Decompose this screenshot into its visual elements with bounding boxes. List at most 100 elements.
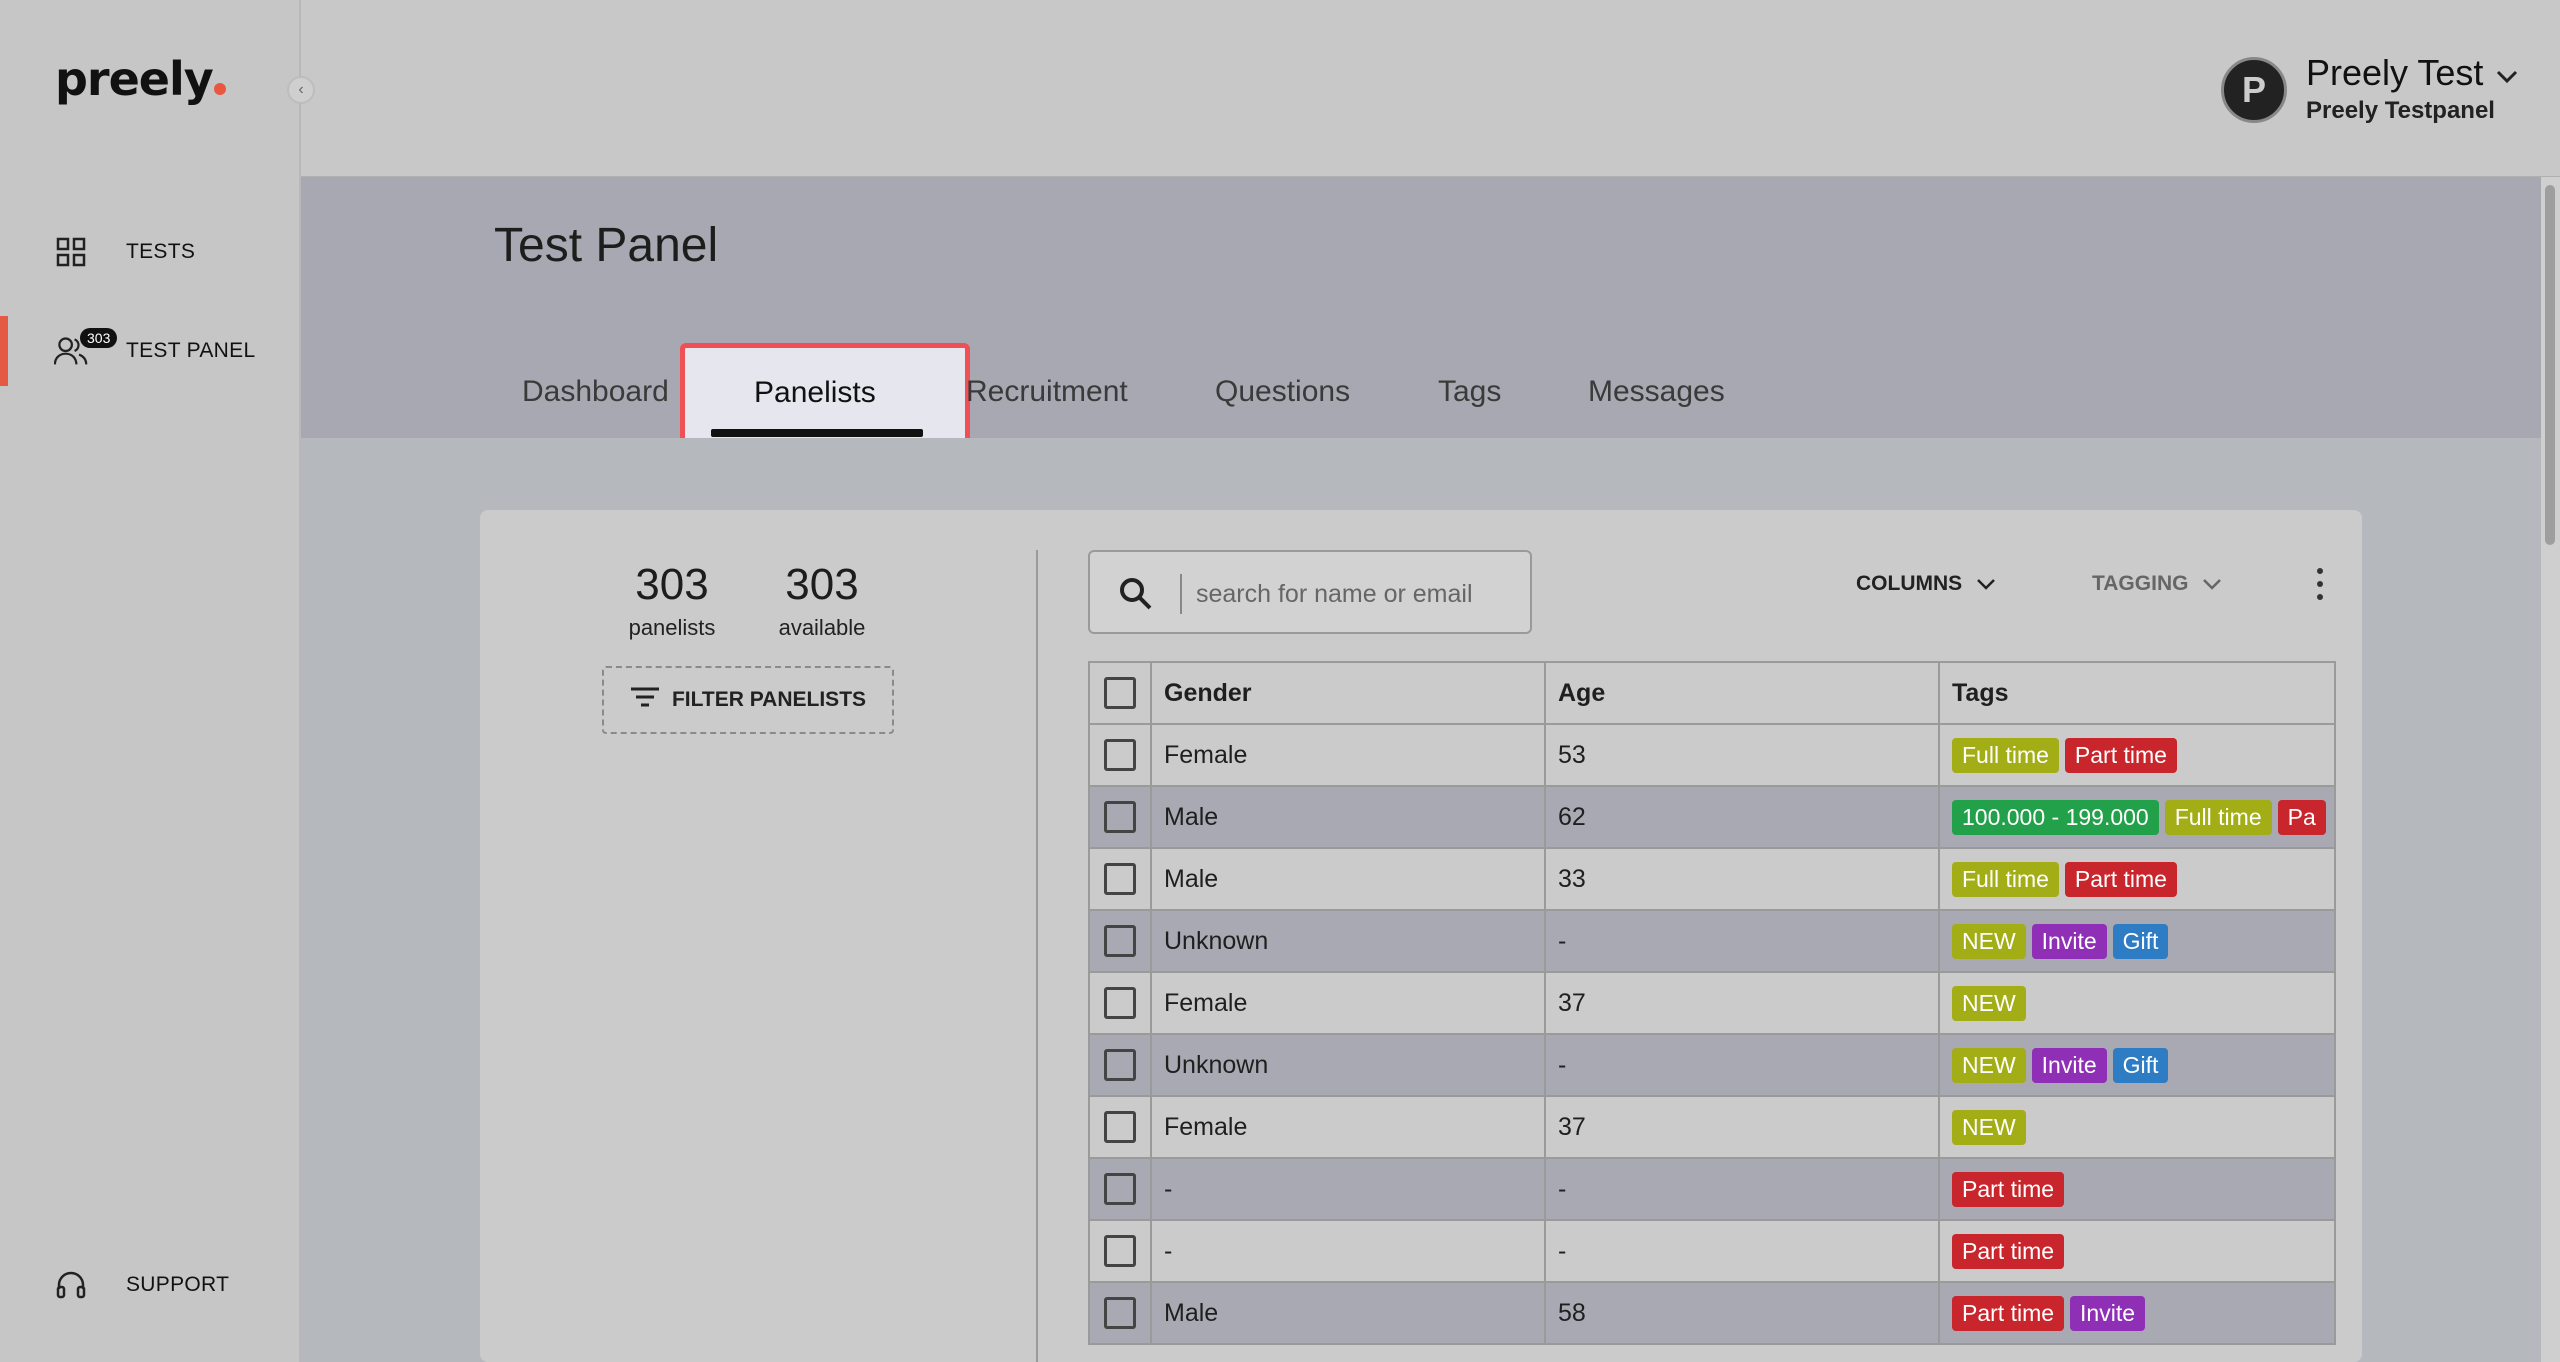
avatar[interactable]: P: [2221, 57, 2287, 123]
tag-badge[interactable]: Part time: [1952, 1233, 2065, 1269]
panelists-table: Gender Age Tags Female 53 Full time Part ti…: [1088, 661, 2336, 1345]
tab-tags[interactable]: Tags: [1438, 375, 1501, 409]
row-checkbox[interactable]: [1104, 739, 1136, 771]
cell-gender: Male: [1152, 787, 1546, 847]
column-header-gender[interactable]: Gender: [1152, 663, 1546, 723]
tag-badge[interactable]: Pa: [2277, 799, 2326, 835]
tab-messages[interactable]: Messages: [1588, 375, 1725, 409]
cell-gender: Female: [1152, 973, 1546, 1033]
row-checkbox[interactable]: [1104, 1235, 1136, 1267]
tag-badge[interactable]: NEW: [1952, 1109, 2026, 1145]
table-body: Female 53 Full time Part time Male 62 100.000 …: [1090, 725, 2334, 1345]
available-label: available: [778, 615, 866, 640]
cell-gender: Male: [1152, 849, 1546, 909]
tab-panelists[interactable]: Panelists: [754, 376, 876, 410]
search-box[interactable]: [1088, 550, 1532, 634]
row-checkbox[interactable]: [1104, 1111, 1136, 1143]
tag-badge[interactable]: Invite: [2070, 1295, 2146, 1331]
table-row[interactable]: Male 33 Full time Part time: [1090, 849, 2334, 911]
chevron-down-icon[interactable]: [2496, 64, 2518, 90]
chevron-down-icon: [1976, 572, 1996, 596]
table-row[interactable]: - - Part time: [1090, 1221, 2334, 1283]
row-checkbox[interactable]: [1104, 863, 1136, 895]
chevron-down-icon: [2202, 572, 2222, 596]
tag-badge[interactable]: Part time: [1952, 1171, 2065, 1207]
table-row[interactable]: Female 37 NEW: [1090, 973, 2334, 1035]
cell-age: 58: [1546, 1283, 1940, 1343]
tag-badge[interactable]: Full time: [1952, 861, 2059, 897]
column-header-tags[interactable]: Tags: [1940, 663, 2334, 723]
page-title: Test Panel: [494, 219, 719, 272]
user-name[interactable]: Preely Test: [2306, 52, 2483, 94]
search-input[interactable]: [1196, 572, 1516, 616]
tag-badge[interactable]: NEW: [1952, 1047, 2026, 1083]
cell-gender: Unknown: [1152, 1035, 1546, 1095]
row-checkbox[interactable]: [1104, 1173, 1136, 1205]
table-row[interactable]: Male 58 Part time Invite: [1090, 1283, 2334, 1345]
cell-age: 62: [1546, 787, 1940, 847]
cell-age: 37: [1546, 1097, 1940, 1157]
tag-badge[interactable]: Invite: [2031, 1047, 2107, 1083]
chevron-left-icon: ‹: [298, 81, 304, 98]
table-row[interactable]: Unknown - NEW Invite Gift: [1090, 911, 2334, 973]
table-row[interactable]: Male 62 100.000 - 199.000 Full time Pa: [1090, 787, 2334, 849]
tab-dashboard[interactable]: Dashboard: [522, 375, 669, 409]
sidebar-item-test-panel[interactable]: 303 TEST PANEL: [0, 316, 300, 386]
row-checkbox[interactable]: [1104, 1297, 1136, 1329]
tag-badge[interactable]: Invite: [2031, 923, 2107, 959]
sidebar-item-label: TEST PANEL: [126, 339, 256, 362]
cell-gender: -: [1152, 1221, 1546, 1281]
cell-tags: Part time: [1940, 1221, 2334, 1281]
table-row[interactable]: Female 37 NEW: [1090, 1097, 2334, 1159]
row-checkbox[interactable]: [1104, 801, 1136, 833]
tag-badge[interactable]: NEW: [1952, 985, 2026, 1021]
tag-badge[interactable]: Part time: [1952, 1295, 2065, 1331]
cell-tags: NEW Invite Gift: [1940, 911, 2334, 971]
table-header-row: Gender Age Tags: [1090, 663, 2334, 725]
table-row[interactable]: Unknown - NEW Invite Gift: [1090, 1035, 2334, 1097]
panelists-count: 303: [635, 560, 709, 609]
tag-badge[interactable]: Full time: [1952, 737, 2059, 773]
tag-badge[interactable]: NEW: [1952, 923, 2026, 959]
tag-badge[interactable]: Full time: [2164, 799, 2272, 835]
available-count: 303: [785, 560, 859, 609]
panel-count-badge: 303: [80, 328, 118, 348]
sidebar-item-label: TESTS: [126, 240, 196, 263]
cell-tags: NEW Invite Gift: [1940, 1035, 2334, 1095]
cell-age: 53: [1546, 725, 1940, 785]
filter-icon: [630, 686, 660, 714]
search-icon: [1116, 574, 1156, 619]
table-row[interactable]: - - Part time: [1090, 1159, 2334, 1221]
row-checkbox[interactable]: [1104, 1049, 1136, 1081]
filter-panelists-button[interactable]: FILTER PANELISTS: [602, 666, 894, 734]
cell-age: 37: [1546, 973, 1940, 1033]
columns-dropdown[interactable]: COLUMNS: [1856, 572, 1996, 596]
tag-badge[interactable]: Part time: [2064, 737, 2177, 773]
more-options-icon[interactable]: [2312, 568, 2328, 600]
row-checkbox[interactable]: [1104, 925, 1136, 957]
preely-logo[interactable]: preely: [55, 52, 226, 106]
collapse-sidebar-button[interactable]: ‹: [287, 76, 315, 104]
cell-age: -: [1546, 1221, 1940, 1281]
row-checkbox[interactable]: [1104, 987, 1136, 1019]
cell-age: -: [1546, 1159, 1940, 1219]
search-separator: [1180, 574, 1182, 614]
sidebar-item-support[interactable]: SUPPORT: [0, 1250, 300, 1320]
table-row[interactable]: Female 53 Full time Part time: [1090, 725, 2334, 787]
select-all-checkbox[interactable]: [1104, 677, 1136, 709]
tag-badge[interactable]: 100.000 - 199.000: [1952, 799, 2159, 835]
tagging-dropdown[interactable]: TAGGING: [2092, 572, 2222, 596]
cell-tags: 100.000 - 199.000 Full time Pa: [1940, 787, 2334, 847]
tab-recruitment[interactable]: Recruitment: [966, 375, 1128, 409]
cell-tags: NEW: [1940, 1097, 2334, 1157]
tab-questions[interactable]: Questions: [1215, 375, 1350, 409]
column-header-age[interactable]: Age: [1546, 663, 1940, 723]
scrollbar-thumb[interactable]: [2545, 185, 2555, 545]
cell-tags: Part time: [1940, 1159, 2334, 1219]
tag-badge[interactable]: Gift: [2112, 923, 2169, 959]
tag-badge[interactable]: Gift: [2112, 1047, 2169, 1083]
sidebar-item-tests[interactable]: TESTS: [0, 217, 300, 287]
sidebar: preely TESTS 303 TEST PANEL SUPPORT: [0, 0, 301, 1362]
tag-badge[interactable]: Part time: [2064, 861, 2177, 897]
grid-icon: [54, 235, 88, 269]
